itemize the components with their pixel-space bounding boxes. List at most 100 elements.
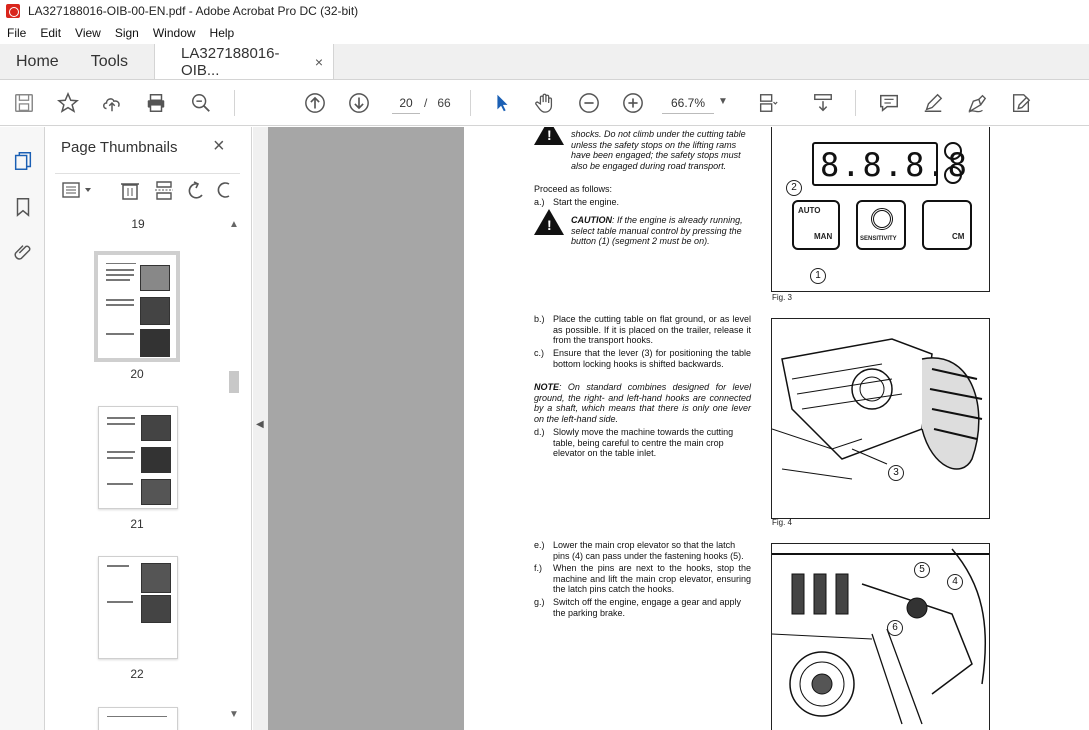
scrolling-mode-icon[interactable] xyxy=(811,91,835,115)
tab-close-icon[interactable]: × xyxy=(315,54,323,70)
panel-collapse-handle[interactable]: ◀ xyxy=(253,127,268,730)
previous-page-icon[interactable] xyxy=(303,91,327,115)
tab-document[interactable]: LA327188016-OIB... × xyxy=(154,44,335,79)
callout-6: 6 xyxy=(887,620,903,636)
zoom-dropdown-icon[interactable]: ▼ xyxy=(718,96,728,107)
figure-4-drawing xyxy=(772,338,983,480)
sensitivity-label: SENSITIVITY xyxy=(860,236,897,242)
proceed-text: Proceed as follows: xyxy=(534,184,613,194)
step-text: When the pins are next to the hooks, sto… xyxy=(553,563,751,594)
step-text: Switch off the engine, engage a gear and… xyxy=(553,597,741,618)
hand-tool-icon[interactable] xyxy=(533,91,557,115)
figure-caption: Fig. 3 xyxy=(772,293,793,302)
callout-1: 1 xyxy=(810,268,826,284)
rotate-clockwise-icon[interactable] xyxy=(215,180,233,200)
extract-page-icon[interactable] xyxy=(153,180,175,200)
thumbnail-label: 22 xyxy=(130,667,144,681)
thumbnail-page-23[interactable] xyxy=(98,707,178,730)
step-text: Lower the main crop elevator so that the… xyxy=(553,540,744,561)
figure-5-hooks: 5 4 6 xyxy=(771,543,990,730)
callout-4: 4 xyxy=(947,574,963,590)
step-label: a.) xyxy=(534,197,545,207)
indicator-icon xyxy=(944,166,962,184)
zoom-search-icon[interactable] xyxy=(189,91,213,115)
menu-help[interactable]: Help xyxy=(203,26,242,40)
print-icon[interactable] xyxy=(144,91,168,115)
tab-bar: Home Tools LA327188016-OIB... × xyxy=(0,44,1089,80)
rotate-counterclockwise-icon[interactable] xyxy=(185,180,207,200)
led-display: 8.8.8.8 xyxy=(812,142,967,186)
acrobat-logo-icon xyxy=(6,4,20,18)
auto-label: AUTO xyxy=(798,206,821,215)
delete-page-icon[interactable] xyxy=(119,180,141,200)
page-thumbnails-icon[interactable] xyxy=(11,149,35,173)
step-text: Place the cutting table on flat ground, … xyxy=(553,314,751,345)
thumbnail-page-20[interactable] xyxy=(94,251,180,362)
step-text: Ensure that the lever (3) for positionin… xyxy=(553,348,751,369)
highlight-pen-icon[interactable] xyxy=(921,91,945,115)
thumbnail-label: 21 xyxy=(130,517,144,531)
thumbnail-scrollbar[interactable]: ▲ ▼ xyxy=(227,219,241,727)
zoom-level-input[interactable] xyxy=(662,92,714,114)
thumbnail-toolbar xyxy=(55,173,240,201)
thumbnail-page-21[interactable] xyxy=(98,406,178,509)
tab-tools[interactable]: Tools xyxy=(75,44,144,79)
scrollbar-thumb[interactable] xyxy=(229,371,239,393)
upload-cloud-icon[interactable] xyxy=(100,91,124,115)
caution-triangle-icon: ! xyxy=(534,209,564,235)
page-display-icon[interactable] xyxy=(756,91,780,115)
page-number-input[interactable] xyxy=(392,92,420,114)
page-total: 66 xyxy=(437,96,451,110)
step-label: g.) xyxy=(534,597,545,607)
tab-home[interactable]: Home xyxy=(0,44,75,79)
zoom-in-icon[interactable] xyxy=(621,91,645,115)
figure-caption: Fig. 4 xyxy=(772,518,793,527)
menu-sign[interactable]: Sign xyxy=(108,26,146,40)
panel-title: Page Thumbnails xyxy=(61,139,178,156)
warning-text: shocks. Do not climb under the cutting t… xyxy=(571,129,746,171)
menu-file[interactable]: File xyxy=(0,26,33,40)
comment-icon[interactable] xyxy=(877,91,901,115)
attachments-icon[interactable] xyxy=(11,241,35,265)
bookmarks-icon[interactable] xyxy=(11,195,35,219)
scroll-down-icon[interactable]: ▼ xyxy=(229,709,239,720)
step-label: b.) xyxy=(534,314,545,324)
callout-5: 5 xyxy=(914,562,930,578)
step-label: d.) xyxy=(534,427,545,437)
next-page-icon[interactable] xyxy=(347,91,371,115)
menu-window[interactable]: Window xyxy=(146,26,203,40)
menu-view[interactable]: View xyxy=(68,26,108,40)
note-text: NOTE: On standard combines designed for … xyxy=(534,382,751,424)
scroll-up-icon[interactable]: ▲ xyxy=(229,219,239,230)
sign-pen-icon[interactable] xyxy=(965,91,989,115)
figure-3-control-panel: 8.8.8.8 AUTO MAN SENSITIVITY CM 2 1 xyxy=(771,127,990,292)
figure-4-table-lever: 3 xyxy=(771,318,990,519)
warning-triangle-icon: ! xyxy=(534,127,564,145)
sensitivity-dial-icon xyxy=(871,208,893,230)
window-title: LA327188016-OIB-00-EN.pdf - Adobe Acroba… xyxy=(28,4,359,18)
callout-3: 3 xyxy=(888,465,904,481)
thumbnails-panel: Page Thumbnails × 19 20 21 22 ▲ ▼ xyxy=(45,127,252,730)
document-viewport[interactable]: ! shocks. Do not climb under the cutting… xyxy=(268,127,1089,730)
zoom-out-icon[interactable] xyxy=(577,91,601,115)
sensitivity-button: SENSITIVITY xyxy=(856,200,906,250)
thumbnail-page-22[interactable] xyxy=(98,556,178,659)
step-label: e.) xyxy=(534,540,545,550)
menu-edit[interactable]: Edit xyxy=(33,26,68,40)
edit-pdf-icon[interactable] xyxy=(1009,91,1033,115)
step-label: c.) xyxy=(534,348,544,358)
navigation-rail xyxy=(0,127,45,730)
caution-text: CAUTION: If the engine is already runnin… xyxy=(571,215,743,246)
toolbar-divider xyxy=(470,90,471,116)
select-cursor-icon[interactable] xyxy=(490,91,514,115)
close-panel-icon[interactable]: × xyxy=(213,135,225,158)
figure-5-drawing xyxy=(772,548,989,725)
man-label: MAN xyxy=(814,232,833,241)
thumbnail-options-icon[interactable] xyxy=(61,180,95,200)
save-icon[interactable] xyxy=(12,91,36,115)
cm-label: CM xyxy=(952,232,965,241)
collapse-arrow-icon[interactable]: ◀ xyxy=(256,419,264,430)
title-bar: LA327188016-OIB-00-EN.pdf - Adobe Acroba… xyxy=(0,0,1089,22)
pdf-page: ! shocks. Do not climb under the cutting… xyxy=(464,127,1089,730)
bookmark-star-icon[interactable] xyxy=(56,91,80,115)
